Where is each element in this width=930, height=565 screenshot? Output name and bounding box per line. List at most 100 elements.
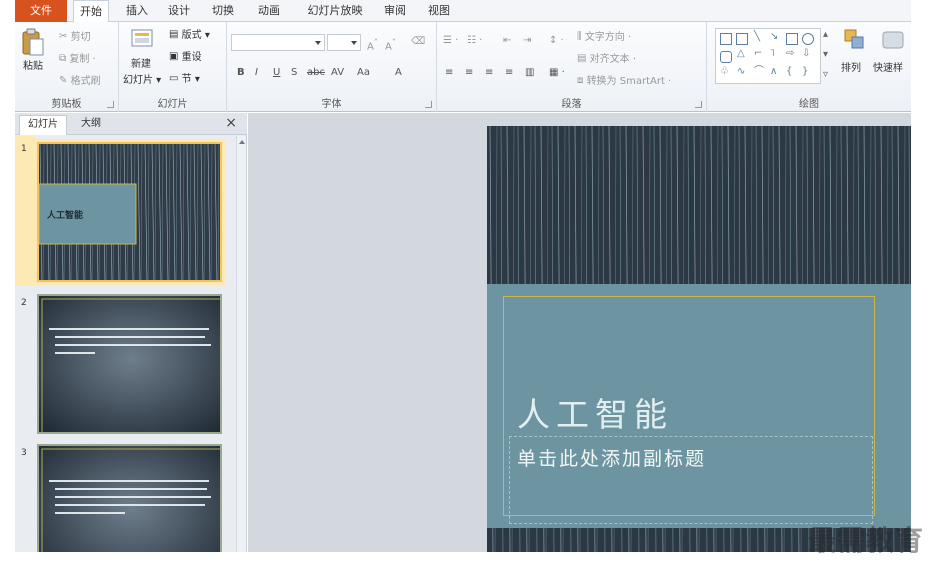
gallery-more-icon[interactable]: ▿ xyxy=(823,68,828,82)
shapes-gallery[interactable]: ╲ ↘ △ ⌐ ˥ ⇨ ⇩ ♧ ∿ ⌒ ∧ { } xyxy=(715,28,821,84)
align-center-icon[interactable]: ≡ xyxy=(465,66,473,80)
tab-transitions[interactable]: 切换 xyxy=(205,0,241,22)
subtitle-placeholder-text[interactable]: 单击此处添加副标题 xyxy=(517,444,706,471)
powerpoint-window: 文件 开始 插入 设计 切换 动画 幻灯片放映 审阅 视图 粘贴 ✂ 剪切 ⧉ … xyxy=(15,0,911,552)
cut-button[interactable]: ✂ 剪切 xyxy=(59,30,91,45)
clear-format-icon[interactable]: ⌫ xyxy=(411,35,425,49)
gallery-scroll-up-icon[interactable]: ▴ xyxy=(823,28,828,42)
clipboard-group-label: 剪贴板 xyxy=(51,99,82,110)
arc-shape-icon[interactable]: ⌒ xyxy=(754,65,764,79)
close-panel-icon[interactable]: × xyxy=(225,115,237,131)
tab-outline[interactable]: 大纲 xyxy=(73,115,109,135)
smartart-button[interactable]: ⧈ 转换为 SmartArt · xyxy=(577,74,671,89)
paragraph-launcher-icon[interactable] xyxy=(695,101,702,108)
brace-left-shape-icon[interactable]: { xyxy=(786,65,792,79)
slide-title[interactable]: 人工智能 xyxy=(517,388,673,436)
down-arrow-shape-icon[interactable]: ⇩ xyxy=(802,47,810,61)
bullets-icon[interactable]: ☰ · xyxy=(443,34,458,48)
increase-indent-icon[interactable]: ⇥ xyxy=(523,34,531,48)
distribute-icon[interactable]: ▦ · xyxy=(549,66,565,80)
arrange-icon[interactable] xyxy=(843,28,867,55)
arrange-button[interactable]: 排列 xyxy=(841,62,861,76)
freeform-shape-icon[interactable]: ♧ xyxy=(720,65,729,79)
align-right-icon[interactable]: ≡ xyxy=(485,66,493,80)
align-text-button[interactable]: ▤ 对齐文本 · xyxy=(577,52,636,67)
triangle-shape-icon[interactable]: △ xyxy=(737,47,745,61)
slide-thumbnail-3[interactable] xyxy=(37,444,222,552)
drawing-group: ╲ ↘ △ ⌐ ˥ ⇨ ⇩ ♧ ∿ ⌒ ∧ { } ▴ ▾ ▿ 排列 快速样 绘… xyxy=(707,22,911,112)
font-launcher-icon[interactable] xyxy=(425,101,432,108)
thumbnail-scrollbar[interactable] xyxy=(236,136,246,552)
tab-view[interactable]: 视图 xyxy=(421,0,457,22)
columns-icon[interactable]: ▥ xyxy=(525,66,534,80)
paste-button[interactable]: 粘贴 xyxy=(23,60,43,74)
new-slide-button[interactable]: 幻灯片 ▾ xyxy=(123,74,161,88)
tab-slides[interactable]: 幻灯片 xyxy=(19,115,67,135)
align-text-icon: ▤ xyxy=(577,53,587,64)
gallery-scroll-down-icon[interactable]: ▾ xyxy=(823,48,828,62)
watermark-logo: 最需教育 xyxy=(807,524,924,557)
tab-design[interactable]: 设计 xyxy=(161,0,197,22)
slide-thumbnail-1[interactable]: 人工智能 xyxy=(34,139,225,285)
numbering-icon[interactable]: ☷ · xyxy=(467,34,482,48)
arrow-shape-icon[interactable]: ↘ xyxy=(770,30,778,44)
rounded-rect-shape-icon[interactable] xyxy=(720,51,732,63)
tab-animations[interactable]: 动画 xyxy=(251,0,287,22)
elbow-shape-icon[interactable]: ˥ xyxy=(770,47,775,61)
text-direction-icon: ⫼ xyxy=(577,31,582,42)
tab-review[interactable]: 审阅 xyxy=(377,0,413,22)
quick-styles-button[interactable]: 快速样 xyxy=(873,62,903,76)
format-painter-button[interactable]: ✎ 格式刷 xyxy=(59,74,101,89)
paragraph-group: ☰ · ☷ · ⇤ ⇥ ↕ · ⫼ 文字方向 · ▤ 对齐文本 · ⧈ 转换为 … xyxy=(437,22,707,112)
slide-2-preview xyxy=(39,296,220,432)
justify-icon[interactable]: ≡ xyxy=(505,66,513,80)
reset-button[interactable]: ▣ 重设 xyxy=(169,50,202,65)
new-slide-icon[interactable] xyxy=(131,28,157,55)
current-slide[interactable]: 人工智能 单击此处添加副标题 xyxy=(487,126,911,552)
grow-font-button[interactable]: A˄ xyxy=(367,35,378,54)
connector-shape-icon[interactable]: ⌐ xyxy=(754,47,762,61)
paragraph-group-label: 段落 xyxy=(561,99,582,110)
line-spacing-icon[interactable]: ↕ · xyxy=(549,34,564,48)
tab-slideshow[interactable]: 幻灯片放映 xyxy=(297,0,373,22)
scroll-up-icon[interactable] xyxy=(239,140,245,144)
copy-button[interactable]: ⧉ 复制 · xyxy=(59,52,96,67)
font-size-dropdown[interactable] xyxy=(327,34,361,51)
font-color-button[interactable]: A xyxy=(395,66,402,80)
curve-shape-icon[interactable]: ∿ xyxy=(737,65,745,79)
align-left-icon[interactable]: ≡ xyxy=(445,66,453,80)
layout-button[interactable]: ▤ 版式 ▾ xyxy=(169,28,210,43)
text-direction-button[interactable]: ⫼ 文字方向 · xyxy=(577,30,631,45)
tab-file[interactable]: 文件 xyxy=(15,0,67,22)
bold-button[interactable]: B xyxy=(237,66,245,80)
textbox-shape-icon[interactable] xyxy=(720,33,732,45)
tab-insert[interactable]: 插入 xyxy=(119,0,155,22)
decrease-indent-icon[interactable]: ⇤ xyxy=(503,34,511,48)
strikethrough-button[interactable]: abc xyxy=(307,66,325,80)
paste-icon[interactable] xyxy=(21,28,45,61)
slide-thumbnail-2[interactable] xyxy=(37,294,222,434)
font-name-dropdown[interactable] xyxy=(231,34,325,51)
vertical-textbox-shape-icon[interactable] xyxy=(736,33,748,45)
shrink-font-button[interactable]: A˅ xyxy=(385,35,396,54)
section-button[interactable]: ▭ 节 ▾ xyxy=(169,72,200,87)
smartart-icon: ⧈ xyxy=(577,75,584,86)
brace-right-shape-icon[interactable]: } xyxy=(802,65,808,79)
char-spacing-button[interactable]: AV xyxy=(331,66,344,80)
right-arrow-shape-icon[interactable]: ⇨ xyxy=(786,47,794,61)
tab-home[interactable]: 开始 xyxy=(73,0,109,23)
chevron-down-icon xyxy=(351,41,357,45)
font-group-label: 字体 xyxy=(321,99,342,110)
rectangle-shape-icon[interactable] xyxy=(786,33,798,45)
line-shape-icon[interactable]: ╲ xyxy=(754,30,760,44)
italic-button[interactable]: I xyxy=(255,66,258,80)
caret-shape-icon[interactable]: ∧ xyxy=(770,65,777,79)
quick-styles-icon[interactable] xyxy=(881,28,905,55)
clipboard-launcher-icon[interactable] xyxy=(107,101,114,108)
oval-shape-icon[interactable] xyxy=(802,33,814,45)
new-slide-label-top[interactable]: 新建 xyxy=(131,58,151,72)
slide-editing-area: 人工智能 单击此处添加副标题 xyxy=(248,113,911,552)
underline-button[interactable]: U xyxy=(273,66,280,80)
change-case-button[interactable]: Aa xyxy=(357,66,370,80)
shadow-button[interactable]: S xyxy=(291,66,297,80)
